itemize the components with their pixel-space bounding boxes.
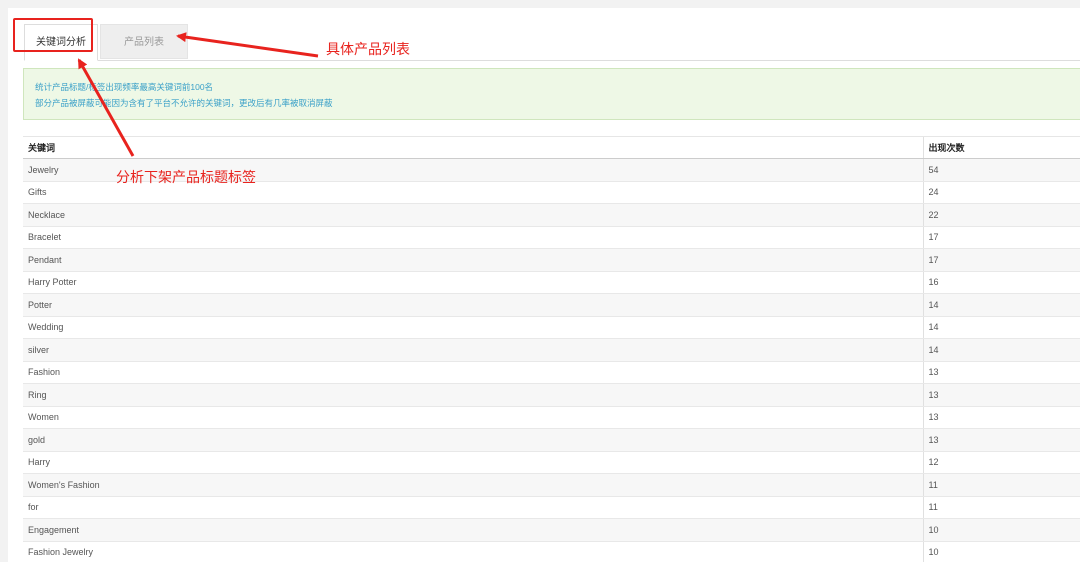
count-cell: 13 <box>922 428 1080 452</box>
count-cell: 16 <box>922 271 1080 294</box>
keyword-cell: Bracelet <box>23 226 923 249</box>
count-cell: 10 <box>922 518 1080 542</box>
keyword-cell: Women <box>23 406 923 429</box>
header-count[interactable]: 出现次数 <box>922 136 1080 159</box>
count-cell: 11 <box>922 473 1080 497</box>
table-row: Fashion 13 <box>23 361 1080 384</box>
table-row: for 11 <box>23 496 1080 519</box>
count-cell: 13 <box>922 383 1080 407</box>
table-row: Ring 13 <box>23 383 1080 407</box>
count-cell: 54 <box>922 158 1080 182</box>
count-cell: 14 <box>922 293 1080 317</box>
info-notice: 统计产品标题/标签出现频率最高关键词前100名 部分产品被屏蔽可能因为含有了平台… <box>23 68 1080 120</box>
count-cell: 13 <box>922 361 1080 384</box>
count-cell: 10 <box>922 541 1080 562</box>
count-cell: 17 <box>922 226 1080 249</box>
table-row: Bracelet 17 <box>23 226 1080 249</box>
count-cell: 14 <box>922 316 1080 339</box>
table-row: Potter 14 <box>23 293 1080 317</box>
table-row: Harry Potter 16 <box>23 271 1080 294</box>
table-row: Engagement 10 <box>23 518 1080 542</box>
keyword-cell: Ring <box>23 383 923 407</box>
table-row: Women 13 <box>23 406 1080 429</box>
keyword-cell: Fashion <box>23 361 923 384</box>
keyword-cell: Fashion Jewelry <box>23 541 923 562</box>
notice-line-2: 部分产品被屏蔽可能因为含有了平台不允许的关键词，更改后有几率被取消屏蔽 <box>35 98 333 108</box>
keyword-cell: Wedding <box>23 316 923 339</box>
table-row: Women's Fashion 11 <box>23 473 1080 497</box>
count-cell: 13 <box>922 406 1080 429</box>
annotation-highlight-box <box>13 18 93 52</box>
keyword-cell: Women's Fashion <box>23 473 923 497</box>
table-row: Pendant 17 <box>23 248 1080 272</box>
count-cell: 14 <box>922 338 1080 362</box>
table-header-row: 关键词 出现次数 <box>23 136 1080 159</box>
keyword-cell: gold <box>23 428 923 452</box>
tab-product-list[interactable]: 产品列表 <box>100 24 188 59</box>
table-row: Fashion Jewelry 10 <box>23 541 1080 562</box>
keyword-cell: silver <box>23 338 923 362</box>
keyword-cell: Engagement <box>23 518 923 542</box>
annotation-analysis-note: 分析下架产品标题标签 <box>116 170 256 186</box>
keyword-cell: Harry Potter <box>23 271 923 294</box>
notice-line-1: 统计产品标题/标签出现频率最高关键词前100名 <box>35 82 214 92</box>
table-row: gold 13 <box>23 428 1080 452</box>
table-row: Necklace 22 <box>23 203 1080 227</box>
keyword-cell: for <box>23 496 923 519</box>
keyword-cell: Potter <box>23 293 923 317</box>
keyword-cell: Pendant <box>23 248 923 272</box>
keyword-table: 关键词 出现次数 Jewelry 54 Gifts 24 Necklace 22 Br… <box>23 136 1080 562</box>
keyword-analysis-panel: 关键词分析 产品列表 统计产品标题/标签出现频率最高关键词前100名 部分产品被… <box>8 8 1080 562</box>
annotation-product-list-note: 具体产品列表 <box>326 42 410 58</box>
header-keyword[interactable]: 关键词 <box>23 136 923 159</box>
table-row: silver 14 <box>23 338 1080 362</box>
table-row: Harry 12 <box>23 451 1080 474</box>
tab-bar: 关键词分析 产品列表 <box>24 24 1080 61</box>
table-row: Wedding 14 <box>23 316 1080 339</box>
count-cell: 11 <box>922 496 1080 519</box>
count-cell: 17 <box>922 248 1080 272</box>
count-cell: 22 <box>922 203 1080 227</box>
count-cell: 12 <box>922 451 1080 474</box>
count-cell: 24 <box>922 181 1080 204</box>
keyword-cell: Harry <box>23 451 923 474</box>
keyword-cell: Necklace <box>23 203 923 227</box>
